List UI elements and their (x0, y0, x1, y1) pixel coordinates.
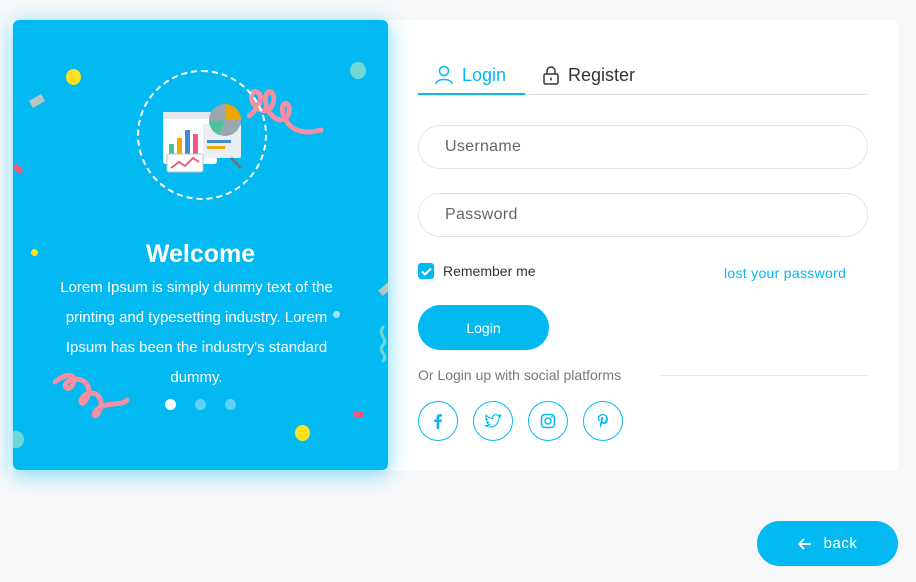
instagram-button[interactable] (528, 401, 568, 441)
dashboard-chart-icon (163, 104, 243, 173)
divider (660, 375, 868, 376)
confetti-piece (378, 282, 388, 297)
carousel-dot-2[interactable] (195, 399, 206, 410)
back-button-label: back (823, 535, 858, 552)
welcome-title: Welcome (145, 240, 256, 268)
active-tab-indicator (418, 93, 525, 95)
check-icon (420, 267, 432, 276)
confetti-dot (350, 62, 366, 79)
twitter-icon (484, 413, 502, 428)
lost-password-link[interactable]: lost your password (724, 265, 846, 281)
remember-label: Remember me (443, 263, 536, 279)
tab-register[interactable]: Register (542, 55, 635, 95)
tab-register-label: Register (568, 64, 636, 85)
confetti-piece (354, 411, 364, 417)
social-caption: Or Login up with social platforms (418, 367, 622, 383)
confetti-dot (66, 69, 81, 85)
remember-checkbox[interactable] (418, 263, 434, 279)
user-icon (435, 65, 453, 85)
arrow-left-icon (797, 537, 811, 550)
welcome-panel: Welcome Lorem Ipsum is simply dummy text… (13, 20, 388, 470)
login-button[interactable]: Login (418, 305, 549, 350)
confetti-dot (13, 431, 24, 448)
confetti-dot (295, 425, 310, 441)
confetti-piece (28, 94, 46, 108)
password-input[interactable] (418, 193, 868, 237)
analytics-illustration (137, 70, 267, 200)
back-button[interactable]: back (757, 521, 898, 566)
carousel-dots (165, 399, 236, 410)
auth-tabs: Login Register (418, 55, 868, 95)
instagram-icon (540, 413, 556, 429)
tab-login-label: Login (462, 64, 507, 85)
squiggle-decoration (379, 325, 387, 363)
carousel-dot-3[interactable] (225, 399, 236, 410)
carousel-dot-1[interactable] (165, 399, 176, 410)
lock-icon (543, 66, 559, 85)
social-buttons (418, 401, 623, 441)
confetti-piece (13, 163, 24, 175)
username-input[interactable] (418, 125, 868, 169)
pinterest-button[interactable] (583, 401, 623, 441)
pinterest-icon (597, 414, 608, 428)
welcome-text: Lorem Ipsum is simply dummy text of the … (60, 279, 333, 386)
facebook-button[interactable] (418, 401, 458, 441)
tab-login[interactable]: Login (434, 55, 506, 95)
facebook-icon (434, 414, 442, 429)
twitter-button[interactable] (473, 401, 513, 441)
remember-me[interactable]: Remember me (418, 263, 536, 279)
